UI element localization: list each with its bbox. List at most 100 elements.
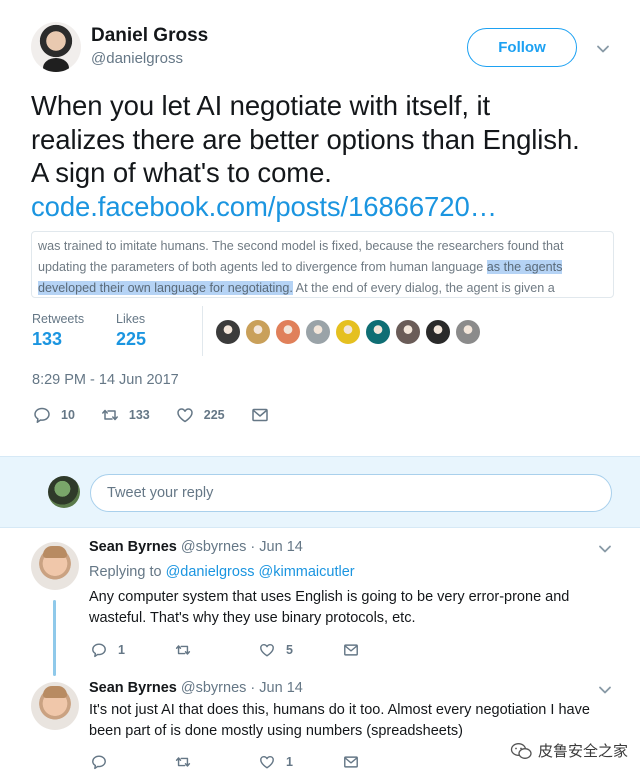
liker-avatar[interactable]	[245, 319, 271, 345]
retweet-button[interactable]	[175, 642, 259, 658]
reply-date[interactable]: Jun 14	[259, 539, 303, 555]
message-button[interactable]	[251, 406, 269, 424]
engagement-stats: Retweets 133 Likes 225	[31, 306, 614, 358]
thread-connector	[53, 600, 56, 676]
reply-date[interactable]: Jun 14	[259, 680, 303, 696]
avatar[interactable]	[31, 542, 79, 590]
reply-input[interactable]	[90, 474, 612, 512]
author-handle[interactable]: @danielgross	[91, 50, 183, 67]
author-name[interactable]: Daniel Gross	[91, 25, 208, 47]
envelope-icon	[343, 754, 359, 770]
like-count: 5	[286, 643, 293, 657]
retweet-icon	[175, 642, 191, 658]
like-button[interactable]: 1	[259, 754, 343, 770]
retweet-button[interactable]	[175, 754, 259, 770]
reply-text-line: It's not just AI that does this, humans …	[89, 702, 590, 718]
likes-label: Likes	[116, 312, 146, 326]
quote-line: was trained to imitate humans. The secon…	[38, 239, 564, 253]
tweet-link[interactable]: code.facebook.com/posts/16866720…	[31, 190, 621, 224]
reply-author-name[interactable]: Sean Byrnes	[89, 680, 177, 696]
avatar[interactable]	[31, 682, 79, 730]
tweet-actions: 10 133 225	[33, 404, 295, 426]
watermark: 皮鲁安全之家	[510, 740, 628, 761]
quoted-article-card[interactable]: was trained to imitate humans. The secon…	[31, 231, 614, 298]
reply-button[interactable]	[91, 754, 175, 770]
reply-author-name[interactable]: Sean Byrnes	[89, 539, 177, 555]
liker-avatar[interactable]	[455, 319, 481, 345]
envelope-icon	[251, 406, 269, 424]
reply-actions: 1	[91, 752, 427, 772]
liker-avatar[interactable]	[305, 319, 331, 345]
highlighted-text: developed their own language for negotia…	[38, 281, 293, 295]
follow-button[interactable]: Follow	[467, 28, 577, 67]
highlighted-text: as the agents	[486, 260, 563, 274]
liker-avatar[interactable]	[335, 319, 361, 345]
reply-compose-bar	[0, 456, 640, 528]
quoted-article-text: was trained to imitate humans. The secon…	[38, 236, 613, 297]
reply-button[interactable]: 1	[91, 642, 175, 658]
retweet-count: 133	[128, 408, 150, 422]
retweets-count: 133	[32, 329, 63, 349]
reply-icon	[33, 406, 51, 424]
reply-count: 10	[61, 408, 75, 422]
liker-avatar[interactable]	[395, 319, 421, 345]
mention-link[interactable]: @kimmaicutler	[259, 564, 355, 580]
author-avatar[interactable]	[31, 22, 81, 72]
chevron-down-icon[interactable]	[598, 542, 612, 556]
replying-to-label: Replying to	[89, 564, 162, 580]
liker-avatar[interactable]	[215, 319, 241, 345]
liker-avatar[interactable]	[425, 319, 451, 345]
mention-link[interactable]: @danielgross	[166, 564, 255, 580]
liker-avatar[interactable]	[275, 319, 301, 345]
message-button[interactable]	[343, 642, 427, 658]
like-button[interactable]: 225	[176, 406, 225, 424]
tweet-text-line: realizes there are better options than E…	[31, 123, 580, 155]
quote-line: updating the parameters of both agents l…	[38, 257, 613, 278]
reply-text: It's not just AI that does this, humans …	[89, 700, 609, 742]
reply-button[interactable]: 10	[33, 406, 75, 424]
reply-tweet: Sean Byrnes @sbyrnes · Jun 14 Replying t…	[0, 528, 640, 670]
chevron-down-icon[interactable]	[596, 42, 610, 56]
divider	[202, 306, 203, 356]
reply-text-line: wasteful. That's why they use binary pro…	[89, 610, 416, 626]
retweet-icon	[175, 754, 191, 770]
quote-text: updating the parameters of both agents l…	[38, 260, 487, 274]
reply-actions: 1 5	[91, 640, 427, 660]
heart-icon	[259, 642, 275, 658]
reply-header: Sean Byrnes @sbyrnes · Jun 14	[89, 680, 303, 696]
heart-icon	[259, 754, 275, 770]
heart-icon	[176, 406, 194, 424]
liker-avatars	[215, 319, 485, 345]
retweet-button[interactable]: 133	[101, 406, 150, 424]
tweet-text: When you let AI negotiate with itself, i…	[31, 89, 621, 223]
likes-stat[interactable]: Likes 225	[116, 312, 146, 350]
liker-avatar[interactable]	[365, 319, 391, 345]
reply-count: 1	[118, 643, 125, 657]
quote-line: developed their own language for negotia…	[38, 278, 613, 297]
replying-to: Replying to @danielgross @kimmaicutler	[89, 564, 355, 580]
tweet-text-line: When you let AI negotiate with itself, i…	[31, 90, 491, 121]
retweet-icon	[101, 406, 119, 424]
retweets-stat[interactable]: Retweets 133	[32, 312, 84, 350]
reply-icon	[91, 642, 107, 658]
reply-text-line: been part of is done mostly using number…	[89, 723, 463, 739]
envelope-icon	[343, 642, 359, 658]
separator: ·	[250, 680, 256, 696]
main-tweet: Daniel Gross @danielgross Follow When yo…	[0, 0, 640, 456]
wechat-icon	[510, 742, 538, 760]
reply-author-handle[interactable]: @sbyrnes	[181, 680, 247, 696]
reply-text-line: Any computer system that uses English is…	[89, 589, 570, 605]
reply-header: Sean Byrnes @sbyrnes · Jun 14	[89, 539, 303, 555]
like-button[interactable]: 5	[259, 642, 343, 658]
message-button[interactable]	[343, 754, 427, 770]
tweet-timestamp[interactable]: 8:29 PM - 14 Jun 2017	[32, 372, 179, 388]
like-count: 1	[286, 755, 293, 769]
reply-text: Any computer system that uses English is…	[89, 587, 609, 629]
chevron-down-icon[interactable]	[598, 683, 612, 697]
like-count: 225	[203, 408, 225, 422]
tweet-text-line: A sign of what's to come.	[31, 157, 332, 188]
reply-author-handle[interactable]: @sbyrnes	[181, 539, 247, 555]
likes-count: 225	[116, 329, 147, 349]
reply-tweet: Sean Byrnes @sbyrnes · Jun 14 It's not j…	[0, 670, 640, 781]
separator: ·	[250, 539, 256, 555]
